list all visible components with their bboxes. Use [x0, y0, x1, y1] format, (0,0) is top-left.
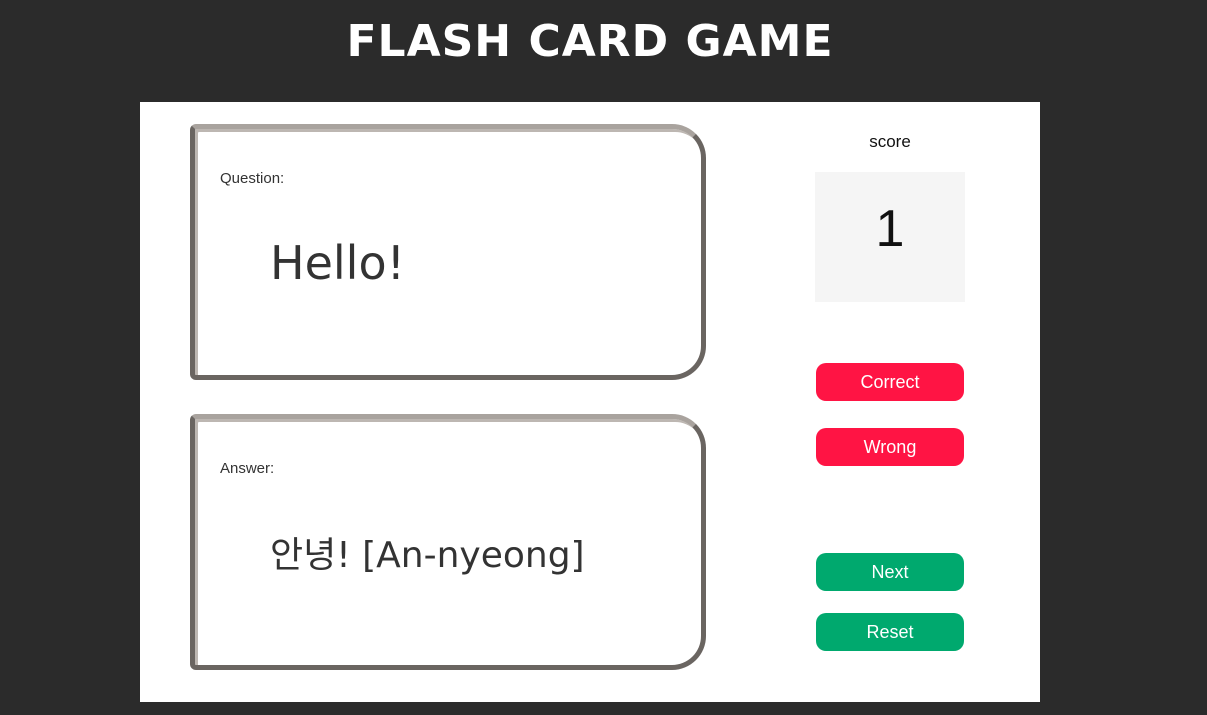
question-text: Hello!: [270, 236, 406, 290]
answer-card: Answer: 안녕! [An-nyeong]: [190, 414, 706, 670]
score-box: 1: [815, 172, 965, 302]
reset-button[interactable]: Reset: [816, 613, 964, 651]
score-value: 1: [875, 200, 905, 258]
next-button[interactable]: Next: [816, 553, 964, 591]
correct-button[interactable]: Correct: [816, 363, 964, 401]
answer-label: Answer:: [220, 460, 275, 477]
wrong-button[interactable]: Wrong: [816, 428, 964, 466]
question-card: Question: Hello!: [190, 124, 706, 380]
question-label: Question:: [220, 170, 285, 187]
page-title: Flash Card Game: [346, 16, 834, 67]
answer-text: 안녕! [An-nyeong]: [270, 535, 585, 576]
score-label: score: [869, 132, 911, 151]
game-panel: Question: Hello! Answer: 안녕! [An-nyeong]…: [140, 102, 1040, 702]
